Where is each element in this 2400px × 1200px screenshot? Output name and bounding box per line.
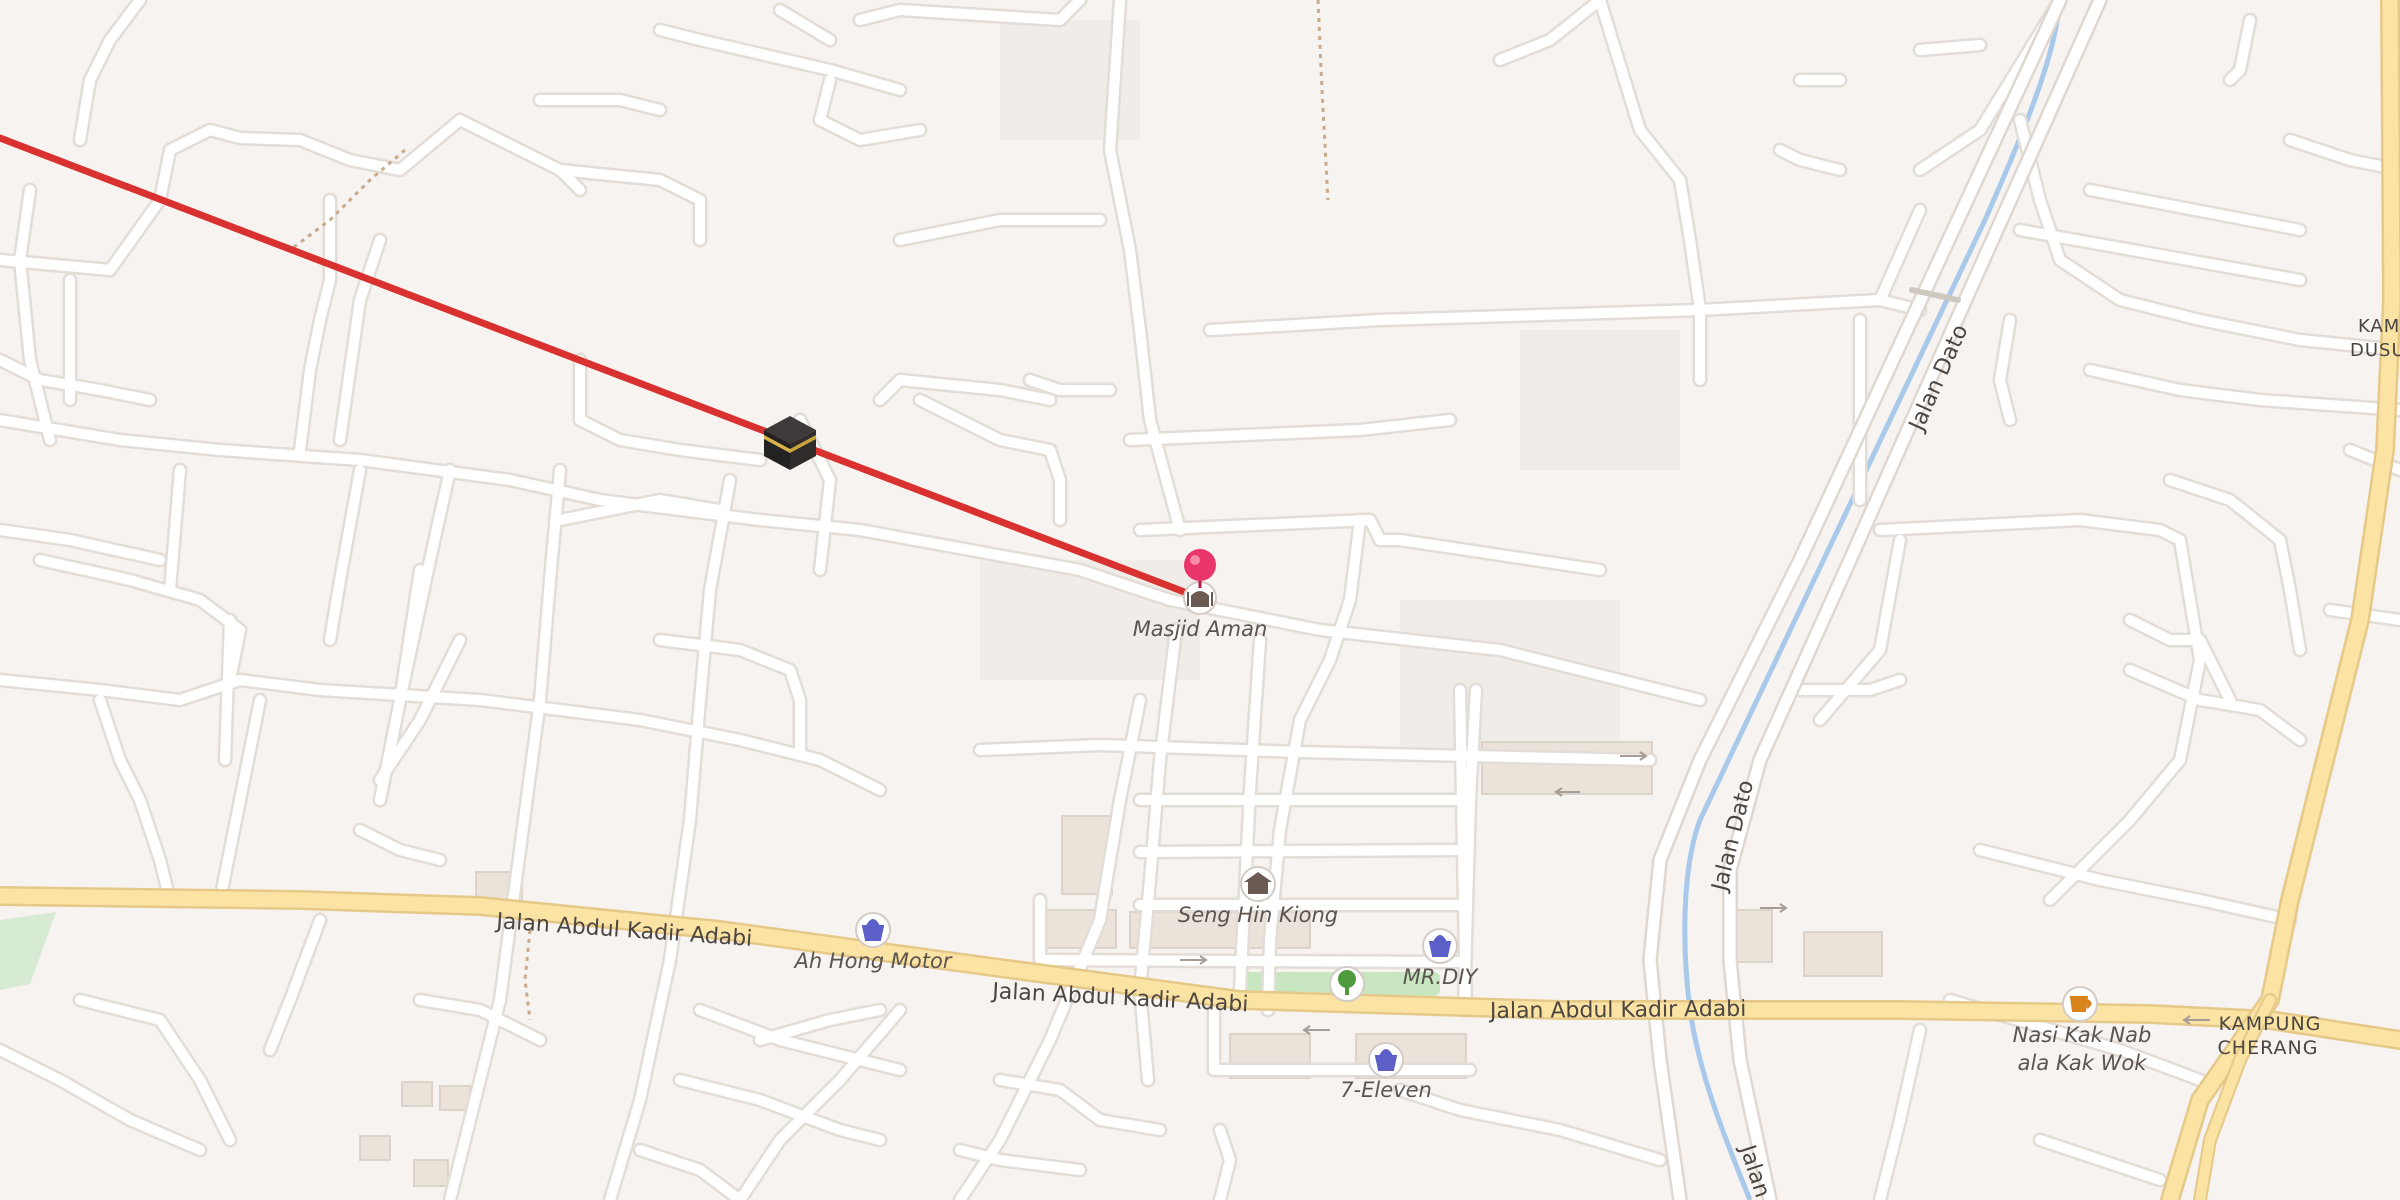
area-label-kampung-dusun-line1: KAM bbox=[2358, 316, 2400, 337]
poi-label-seng-hin-kiong: Seng Hin Kiong bbox=[1178, 903, 1338, 927]
poi-label-mr-diy: MR.DIY bbox=[1403, 965, 1480, 989]
area-label-kampung-dusun-line2: DUSU bbox=[2350, 340, 2400, 361]
poi-label-nasi-kak-nab-line2: ala Kak Wok bbox=[2018, 1051, 2148, 1075]
poi-label-nasi-kak-nab-line1: Nasi Kak Nab bbox=[2013, 1023, 2152, 1047]
tree-trunk-icon bbox=[1345, 985, 1349, 995]
location-pin-icon[interactable] bbox=[1184, 549, 1216, 581]
poi-label-seven-eleven: 7-Eleven bbox=[1340, 1078, 1432, 1102]
park-poi[interactable] bbox=[1329, 966, 1365, 1002]
area-label-kampung-cherang-line2: CHERANG bbox=[2218, 1037, 2319, 1059]
area-label-kampung-cherang-line1: KAMPUNG bbox=[2219, 1013, 2322, 1035]
poi-label-ah-hong-motor: Ah Hong Motor bbox=[793, 949, 953, 973]
map-canvas[interactable]: Masjid Aman Seng Hin Kiong Ah Hong Motor… bbox=[0, 0, 2400, 1200]
poi-label-masjid-aman: Masjid Aman bbox=[1133, 617, 1268, 641]
road-label-jalan-abdul-kadir-adabi-east: Jalan Abdul Kadir Adabi bbox=[1488, 997, 1747, 1024]
pin-highlight bbox=[1190, 555, 1200, 565]
